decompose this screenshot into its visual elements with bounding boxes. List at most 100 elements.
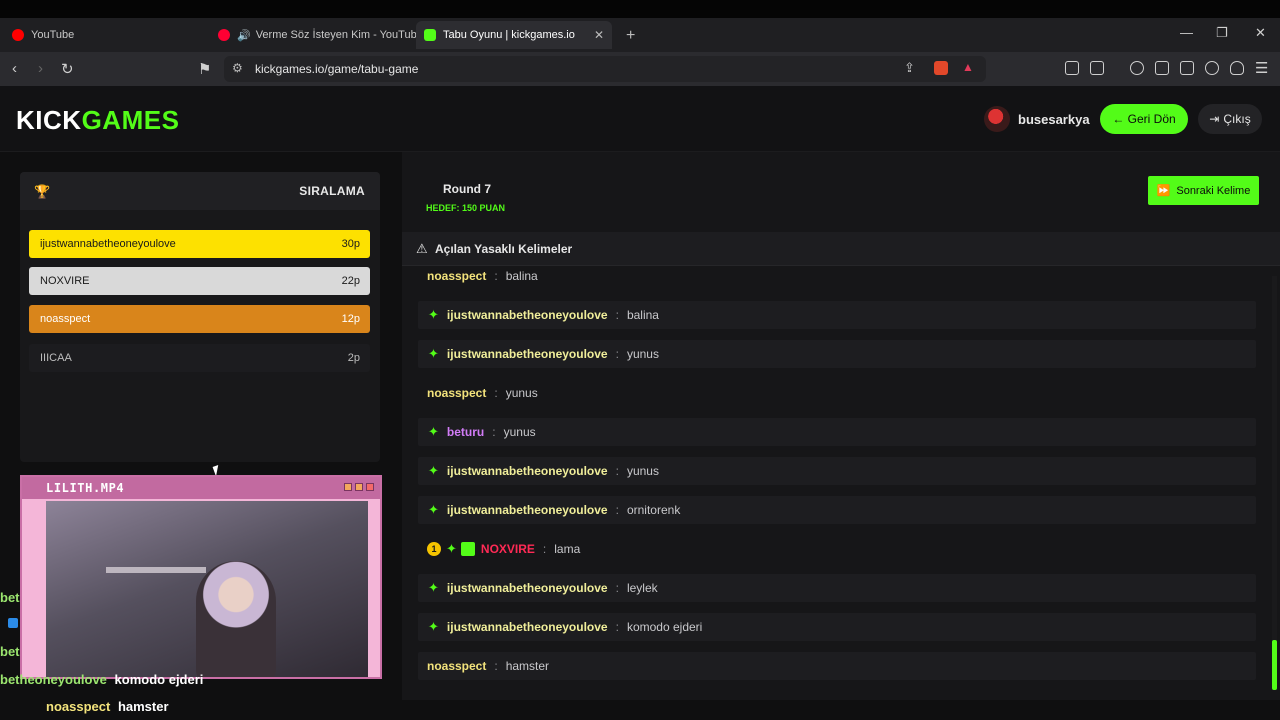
overlay-chat-line: bet	[0, 590, 20, 605]
maximize-icon	[355, 483, 363, 491]
chat-scrollbar[interactable]	[1272, 276, 1277, 690]
chat-separator: :	[615, 503, 619, 517]
chat-message: ✦ beturu : yunus	[418, 418, 1256, 446]
streamer	[196, 561, 276, 677]
overlay-chat-line: noasspect hamster	[46, 699, 169, 714]
kickgames-logo[interactable]: KICKGAMES	[16, 105, 179, 136]
wallet-icon[interactable]	[1180, 61, 1194, 75]
chat-word: yunus	[626, 464, 659, 478]
tab-youtube[interactable]: YouTube	[12, 24, 74, 46]
player-name: NOXVIRE	[40, 275, 90, 287]
sparkle-icon: ✦	[428, 346, 439, 361]
overlay-word: hamster	[117, 699, 169, 714]
reload-icon[interactable]: ↻	[61, 60, 74, 78]
chat-message: noasspect : yunus	[418, 379, 1256, 407]
exit-button[interactable]: ⇥ Çıkış	[1198, 104, 1262, 134]
sidebar-icon[interactable]	[1155, 61, 1169, 75]
chat-word: ornitorenk	[626, 503, 681, 517]
chat-separator: :	[615, 464, 619, 478]
close-window-icon[interactable]: ✕	[1255, 25, 1266, 41]
leaderboard-panel: 🏆 SIRALAMA ijustwannabetheoneyoulove 30p…	[20, 172, 380, 462]
chat-message: ✦ ijustwannabetheoneyoulove : komodo ejd…	[418, 613, 1256, 641]
kick-icon	[424, 29, 436, 41]
chat-user: ijustwannabetheoneyoulove	[446, 620, 608, 634]
chat-message: ✦ ijustwannabetheoneyoulove : balina	[418, 301, 1256, 329]
chat-scroll-thumb[interactable]	[1272, 640, 1277, 690]
webcam-title: LILITH.MP4	[46, 481, 125, 495]
extensions-icon[interactable]	[1065, 61, 1079, 75]
chat-message: noasspect : hamster	[418, 652, 1256, 680]
exit-label: Çıkış	[1223, 112, 1251, 126]
bookmark-icon[interactable]: ⚑	[198, 60, 211, 78]
tab-verme-soz[interactable]: 🔊 Verme Söz İsteyen Kim - YouTube	[218, 24, 423, 46]
chat-message: 1 ✦ NOXVIRE : lama	[418, 535, 1256, 563]
next-word-button[interactable]: ⏩ Sonraki Kelime	[1148, 176, 1259, 205]
leo-icon[interactable]	[1205, 61, 1219, 75]
avatar	[984, 106, 1010, 132]
background-shelf	[106, 567, 206, 573]
forward-arrow-icon[interactable]: ›	[38, 60, 43, 77]
logo-games: GAMES	[81, 105, 180, 135]
chat-separator: :	[542, 542, 547, 556]
chat-user: noasspect	[427, 386, 487, 400]
brave-shield-icon[interactable]	[934, 61, 948, 75]
warning-icon: ⚠	[416, 241, 428, 256]
leaderboard-header: 🏆 SIRALAMA	[20, 172, 380, 210]
speaker-icon: 🔊	[237, 29, 251, 42]
new-tab-button[interactable]: +	[626, 27, 635, 45]
menu-icon[interactable]: ☰	[1255, 59, 1268, 77]
browser-toolbar: ‹ › ↻ ⚑ ⚙ kickgames.io/game/tabu-game ⇪ …	[0, 52, 1280, 86]
leaderboard-row: noasspect 12p	[29, 305, 370, 333]
sparkle-icon: ✦	[428, 307, 439, 322]
target-score: HEDEF: 150 PUAN	[426, 203, 506, 213]
guess-chat-list[interactable]: noasspect : balina ✦ ijustwannabetheoney…	[418, 266, 1256, 690]
share-icon[interactable]: ⇪	[904, 60, 915, 76]
webcam-titlebar: LILITH.MP4	[22, 477, 380, 499]
site-header: KICKGAMES busesarkya	[0, 86, 1280, 152]
player-name: IIICAA	[40, 352, 72, 364]
leaderboard-row: NOXVIRE 22p	[29, 267, 370, 295]
sparkle-icon: ✦	[428, 580, 439, 595]
overlay-user: betheoneyoulove	[0, 672, 107, 687]
music-icon[interactable]	[1130, 61, 1144, 75]
logo-kick: KICK	[16, 105, 82, 135]
tab-kickgames[interactable]: Tabu Oyunu | kickgames.io ✕	[416, 21, 612, 49]
logout-icon: ⇥	[1209, 112, 1220, 126]
chat-separator: :	[615, 620, 619, 634]
sparkle-icon: ✦	[428, 502, 439, 517]
site-info-icon[interactable]: ⚙	[232, 61, 243, 75]
player-score: 30p	[341, 238, 360, 250]
chat-word: yunus	[505, 386, 538, 400]
tab-title: Verme Söz İsteyen Kim - YouTube	[255, 29, 423, 41]
chat-user: ijustwannabetheoneyoulove	[446, 503, 608, 517]
tab-search-icon[interactable]	[1090, 61, 1104, 75]
restore-icon[interactable]: ❐	[1216, 25, 1228, 41]
trophy-icon: 🏆	[34, 184, 51, 199]
chat-separator: :	[492, 425, 496, 439]
chat-message: ✦ ijustwannabetheoneyoulove : yunus	[418, 340, 1256, 368]
address-bar[interactable]: ⚙ kickgames.io/game/tabu-game ⇪ ▲	[224, 56, 986, 82]
close-icon	[366, 483, 374, 491]
chat-message: noasspect : balina	[418, 266, 1256, 290]
back-arrow-icon[interactable]: ‹	[12, 60, 17, 77]
player-name: noasspect	[40, 313, 91, 325]
back-button[interactable]: ← Geri Dön	[1100, 104, 1188, 134]
player-score: 22p	[341, 275, 360, 287]
vpn-icon[interactable]	[1230, 61, 1244, 75]
leaderboard-row: ijustwannabetheoneyoulove 30p	[29, 230, 370, 258]
chat-word: balina	[626, 308, 659, 322]
minimize-icon[interactable]: —	[1180, 25, 1193, 40]
rewards-icon[interactable]: ▲	[962, 60, 974, 74]
user-profile[interactable]: busesarkya	[984, 105, 1090, 133]
overlay-chat-line: bet	[0, 644, 20, 659]
chat-word: balina	[505, 269, 538, 283]
banned-words-title: Açılan Yasaklı Kelimeler	[435, 242, 573, 256]
chat-user: noasspect	[427, 659, 487, 673]
tab-title: YouTube	[31, 29, 75, 41]
browser-tab-bar: YouTube 🔊 Verme Söz İsteyen Kim - YouTub…	[0, 0, 1280, 52]
overlay-user: noasspect	[46, 699, 111, 714]
overlay-chat-line: betheoneyoulove komodo ejderi	[0, 672, 203, 687]
leaderboard-title: SIRALAMA	[299, 184, 365, 198]
round-label: Round 7	[443, 182, 491, 196]
close-icon[interactable]: ✕	[594, 28, 604, 42]
